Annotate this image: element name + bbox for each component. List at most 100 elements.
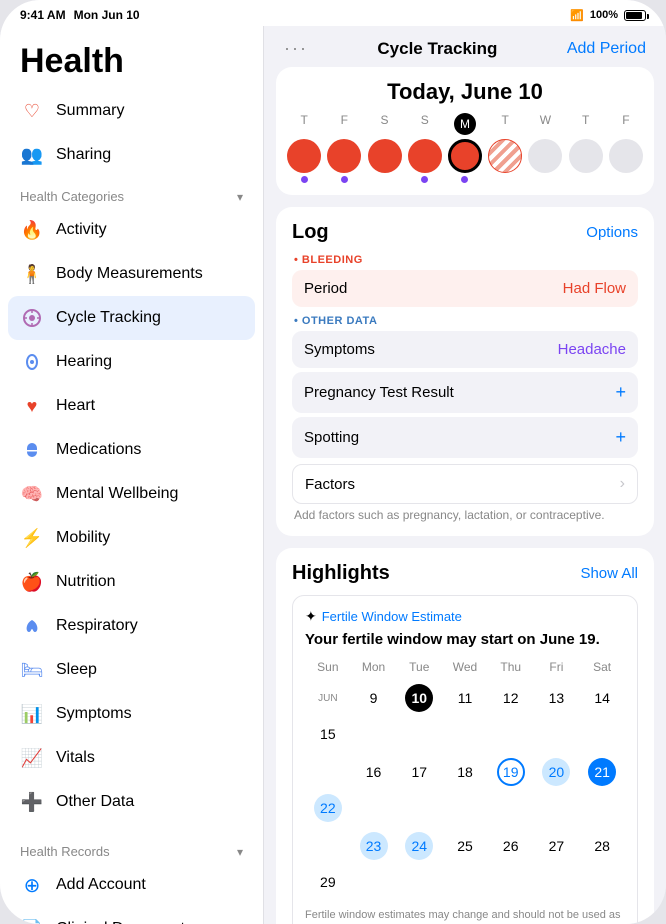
factors-row[interactable]: Factors › — [292, 464, 638, 504]
sidebar-item-vitals[interactable]: 📈 Vitals — [0, 736, 263, 780]
sidebar-title: Health — [0, 26, 263, 89]
sidebar-item-body[interactable]: 🧍 Body Measurements — [0, 252, 263, 296]
spotting-row[interactable]: Spotting + — [292, 417, 638, 458]
day-label-5: T — [485, 113, 525, 135]
cycle-day-0[interactable] — [284, 139, 324, 183]
day-label-2: S — [365, 113, 405, 135]
week-labels-row: T F S S M T W T F — [276, 113, 654, 135]
log-header: Log Options — [292, 221, 638, 244]
cycle-circle-3 — [408, 139, 442, 173]
vitals-icon: 📈 — [20, 746, 44, 770]
sidebar-item-respiratory[interactable]: Respiratory — [0, 604, 263, 648]
mini-cal-cell-empty2 — [305, 828, 351, 864]
more-options-icon[interactable]: ··· — [284, 38, 308, 59]
mini-cal-cell-27: 27 — [534, 828, 580, 864]
period-row[interactable]: Period Had Flow — [292, 270, 638, 307]
sidebar-item-hearing[interactable]: Hearing — [0, 340, 263, 384]
day-label-1: F — [324, 113, 364, 135]
fertile-body-text: Your fertile window may start on June 19… — [305, 631, 625, 648]
mini-cal-cell-empty — [305, 754, 351, 790]
cycle-days-row — [276, 139, 654, 183]
mini-cal-cell-24[interactable]: 24 — [396, 828, 442, 864]
mini-cal-cell-16: 16 — [351, 754, 397, 790]
dow-mon: Mon — [351, 658, 397, 676]
month-label-jun: JUN — [316, 684, 339, 712]
main-content: ··· Cycle Tracking Add Period Today, Jun… — [264, 26, 666, 924]
day-label-8: F — [606, 113, 646, 135]
mini-cal-cell-14: 14 — [579, 680, 625, 716]
sidebar-respiratory-label: Respiratory — [56, 617, 138, 635]
fertile-window-card: ✦ Fertile Window Estimate Your fertile w… — [292, 595, 638, 924]
sidebar-item-sleep[interactable]: 🛏 Sleep — [0, 648, 263, 692]
spotting-add-icon[interactable]: + — [615, 427, 626, 448]
mini-cal-cell-21[interactable]: 21 — [579, 754, 625, 790]
cycle-day-8[interactable] — [606, 139, 646, 183]
status-time: 9:41 AM — [20, 8, 66, 22]
cycle-day-5[interactable] — [485, 139, 525, 183]
fertile-mini-calendar: Sun Mon Tue Wed Thu Fri Sat JUN — [305, 658, 625, 900]
top-nav: ··· Cycle Tracking Add Period — [264, 26, 666, 67]
factors-chevron-icon: › — [620, 475, 625, 493]
status-bar-right: 📶 100% — [570, 9, 646, 22]
cycle-dot-0 — [301, 176, 308, 183]
mini-cal-cell-15: 15 — [305, 716, 351, 752]
mini-cal-cell-11: 11 — [442, 680, 488, 716]
cycle-day-7[interactable] — [566, 139, 606, 183]
sidebar-mental-label: Mental Wellbeing — [56, 485, 178, 503]
symptoms-row[interactable]: Symptoms Headache — [292, 331, 638, 368]
sidebar-item-nutrition[interactable]: 🍎 Nutrition — [0, 560, 263, 604]
highlights-header: Highlights Show All — [292, 562, 638, 585]
pregnancy-add-icon[interactable]: + — [615, 382, 626, 403]
mini-cal-cell-22[interactable]: 22 — [305, 790, 351, 826]
log-options-button[interactable]: Options — [586, 224, 638, 241]
cycle-day-6[interactable] — [525, 139, 565, 183]
dow-sun: Sun — [305, 658, 351, 676]
cycle-icon — [20, 306, 44, 330]
mini-cal-cell-19[interactable]: 19 — [488, 754, 534, 790]
sidebar-item-heart[interactable]: ♥ Heart — [0, 384, 263, 428]
cycle-day-4[interactable] — [445, 139, 485, 183]
day-label-7: T — [566, 113, 606, 135]
log-section: Log Options • BLEEDING Period Had Flow •… — [276, 207, 654, 536]
nutrition-icon: 🍎 — [20, 570, 44, 594]
sidebar-item-activity[interactable]: 🔥 Activity — [0, 208, 263, 252]
sidebar-symptoms-label: Symptoms — [56, 705, 132, 723]
add-period-button[interactable]: Add Period — [567, 40, 646, 58]
records-chevron-icon: ▾ — [237, 845, 243, 859]
sidebar-item-meds[interactable]: Medications — [0, 428, 263, 472]
sidebar-item-sharing[interactable]: 👥 Sharing — [0, 133, 263, 177]
sidebar-item-other[interactable]: ➕ Other Data — [0, 780, 263, 824]
mini-cal-cell-20[interactable]: 20 — [534, 754, 580, 790]
bleeding-category-label: • BLEEDING — [292, 254, 638, 266]
status-bar: 9:41 AM Mon Jun 10 📶 100% — [0, 0, 666, 26]
status-bar-left: 9:41 AM Mon Jun 10 — [20, 8, 140, 22]
respiratory-icon — [20, 614, 44, 638]
mini-cal-row-2: 23 24 25 26 27 28 29 — [305, 828, 625, 900]
cycle-day-2[interactable] — [365, 139, 405, 183]
sidebar-item-summary[interactable]: ♡ Summary — [0, 89, 263, 133]
factors-subtext: Add factors such as pregnancy, lactation… — [292, 504, 638, 522]
cycle-day-1[interactable] — [324, 139, 364, 183]
sidebar-item-symptoms[interactable]: 📊 Symptoms — [0, 692, 263, 736]
sidebar-sharing-label: Sharing — [56, 146, 111, 164]
mini-cal-cell-23[interactable]: 23 — [351, 828, 397, 864]
sidebar-item-clinical[interactable]: 📄 Clinical Documents — [0, 907, 263, 924]
show-all-button[interactable]: Show All — [580, 565, 638, 582]
sidebar-item-addaccount[interactable]: ⊕ Add Account — [0, 863, 263, 907]
sidebar-body-label: Body Measurements — [56, 265, 203, 283]
fertile-badge-text: Fertile Window Estimate — [322, 609, 462, 624]
mini-cal-cell-10[interactable]: 10 — [396, 680, 442, 716]
sidebar-item-mobility[interactable]: ⚡ Mobility — [0, 516, 263, 560]
sidebar-activity-label: Activity — [56, 221, 107, 239]
health-records-header: Health Records ▾ — [0, 832, 263, 863]
mini-cal-cell-18: 18 — [442, 754, 488, 790]
add-account-icon: ⊕ — [20, 873, 44, 897]
sidebar-item-mental[interactable]: 🧠 Mental Wellbeing — [0, 472, 263, 516]
period-label: Period — [304, 280, 347, 297]
cycle-dot-8 — [622, 176, 629, 183]
cycle-day-3[interactable] — [405, 139, 445, 183]
app-body: Health ♡ Summary 👥 Sharing Health Catego… — [0, 26, 666, 924]
period-value: Had Flow — [563, 280, 626, 297]
pregnancy-row[interactable]: Pregnancy Test Result + — [292, 372, 638, 413]
sidebar-item-cycle[interactable]: Cycle Tracking — [8, 296, 255, 340]
